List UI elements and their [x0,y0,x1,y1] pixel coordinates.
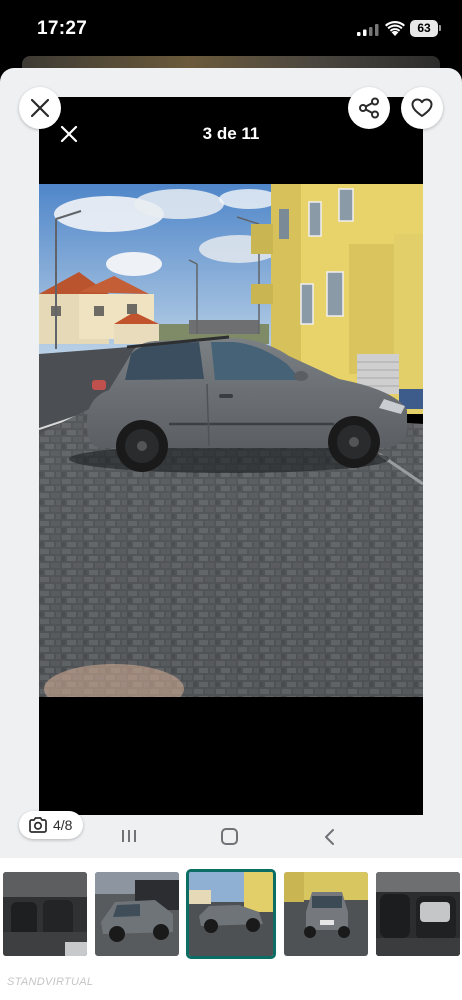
back-icon[interactable] [323,828,335,846]
thumbnail-1[interactable] [3,872,87,956]
thumbnail-2[interactable] [95,872,179,956]
thumbnail-image-exterior-grey [95,872,179,956]
battery-indicator: 63 [410,20,438,37]
fullscreen-viewer: 3 de 11 [39,97,423,815]
status-bar: 17:27 63 [0,0,462,56]
thumbnail-strip: STANDVIRTUAL [0,858,462,1000]
close-icon [30,98,50,118]
close-button[interactable] [19,87,61,129]
recent-apps-icon[interactable] [121,829,137,843]
status-time: 17:27 [37,18,88,39]
photo-count-badge[interactable]: 4/8 [19,811,83,839]
system-nav-bar [39,815,423,858]
share-icon [359,97,379,119]
thumbnail-4[interactable] [284,872,368,956]
thumbnail-image-interior-front [3,872,87,956]
camera-icon [29,817,47,833]
screen: 17:27 63 3 de 11 4/8 STANDVIRTUAL [0,0,462,1000]
thumbnail-5[interactable] [376,872,460,956]
background-photo-strip [22,56,440,68]
wifi-icon [385,21,405,36]
main-photo[interactable] [39,184,423,697]
thumbnail-image-rear-view [284,872,368,956]
home-icon[interactable] [221,828,238,845]
battery-nub [439,25,441,31]
favorite-button[interactable] [401,87,443,129]
thumbnail-3-selected[interactable] [186,869,276,959]
share-button[interactable] [348,87,390,129]
car-photo-image [39,184,423,697]
thumbnail-image-interior-rear [376,872,460,956]
watermark-logo: STANDVIRTUAL [7,976,94,988]
cellular-signal-icon [357,24,379,36]
photo-count-text: 4/8 [53,817,73,833]
heart-icon [411,98,433,117]
thumbnail-image-side-view [189,872,273,956]
